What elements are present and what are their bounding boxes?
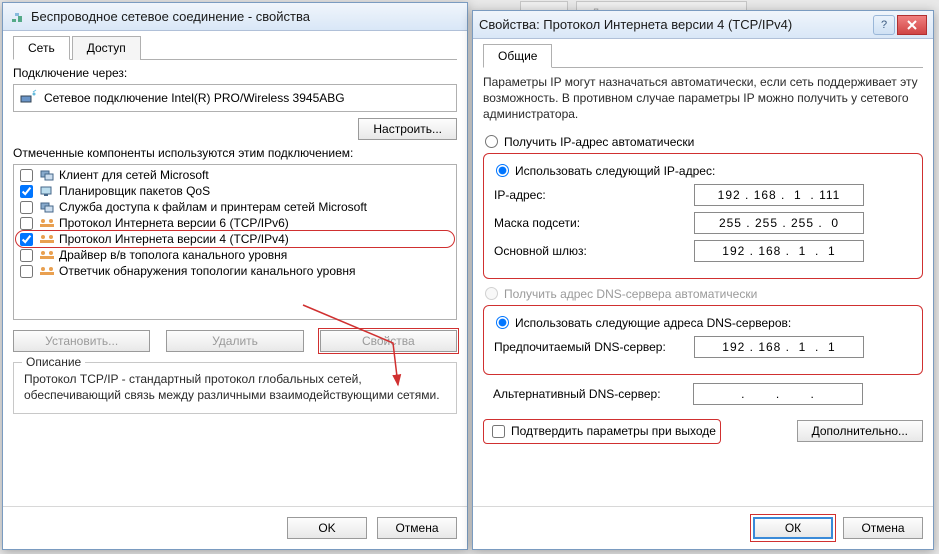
component-row[interactable]: Драйвер в/в тополога канального уровня (16, 247, 454, 263)
component-label: Ответчик обнаружения топологии канальног… (59, 264, 356, 278)
component-icon (39, 184, 55, 198)
component-label: Протокол Интернета версии 6 (TCP/IPv6) (59, 216, 289, 230)
window-buttons: ? (873, 15, 927, 35)
component-icon (39, 248, 55, 262)
ip-address-label: IP-адрес: (494, 188, 694, 202)
gateway-input[interactable] (694, 240, 864, 262)
cancel-button[interactable]: Отмена (843, 517, 923, 539)
component-row[interactable]: Служба доступа к файлам и принтерам сете… (16, 199, 454, 215)
advanced-button[interactable]: Дополнительно... (797, 420, 923, 442)
content: Общие Параметры IP могут назначаться авт… (473, 39, 933, 454)
cancel-button[interactable]: Отмена (377, 517, 457, 539)
component-checkbox[interactable] (20, 169, 33, 182)
use-dns-block: Использовать следующие адреса DNS-сервер… (483, 305, 923, 375)
connection-properties-window: Беспроводное сетевое соединение - свойст… (2, 2, 468, 550)
use-ip-radio[interactable] (496, 164, 509, 177)
component-icon (39, 232, 55, 246)
content: Сеть Доступ Подключение через: Сетевое п… (3, 31, 467, 424)
titlebar[interactable]: Свойства: Протокол Интернета версии 4 (T… (473, 11, 933, 39)
component-checkbox[interactable] (20, 233, 33, 246)
component-icon (39, 168, 55, 182)
use-dns-radio-row[interactable]: Использовать следующие адреса DNS-сервер… (494, 316, 912, 330)
remove-button[interactable]: Удалить (166, 330, 303, 352)
subnet-mask-input[interactable] (694, 212, 864, 234)
window-title: Беспроводное сетевое соединение - свойст… (31, 9, 461, 24)
dns2-input[interactable] (693, 383, 863, 405)
auto-ip-radio-row[interactable]: Получить IP-адрес автоматически (483, 135, 923, 149)
auto-dns-radio (485, 287, 498, 300)
component-label: Планировщик пакетов QoS (59, 184, 210, 198)
component-icon (39, 200, 55, 214)
install-button[interactable]: Установить... (13, 330, 150, 352)
description-text: Протокол TCP/IP - стандартный протокол г… (24, 371, 446, 403)
component-checkbox[interactable] (20, 217, 33, 230)
use-ip-label: Использовать следующий IP-адрес: (515, 164, 715, 178)
tabs: Общие (483, 43, 923, 68)
auto-ip-label: Получить IP-адрес автоматически (504, 135, 694, 149)
dns2-label: Альтернативный DNS-сервер: (493, 387, 693, 401)
use-dns-label: Использовать следующие адреса DNS-сервер… (515, 316, 791, 330)
ipv4-properties-window: Свойства: Протокол Интернета версии 4 (T… (472, 10, 934, 550)
ok-button[interactable]: ОК (753, 517, 833, 539)
component-checkbox[interactable] (20, 265, 33, 278)
tab-access[interactable]: Доступ (72, 36, 141, 60)
component-row[interactable]: Клиент для сетей Microsoft (16, 167, 454, 183)
component-label: Служба доступа к файлам и принтерам сете… (59, 200, 367, 214)
component-label: Драйвер в/в тополога канального уровня (59, 248, 287, 262)
auto-dns-label: Получить адрес DNS-сервера автоматически (504, 287, 757, 301)
component-row[interactable]: Ответчик обнаружения топологии канальног… (16, 263, 454, 279)
confirm-on-exit-checkbox[interactable] (492, 425, 505, 438)
help-button[interactable]: ? (873, 15, 895, 35)
tab-general[interactable]: Общие (483, 44, 552, 68)
tab-network[interactable]: Сеть (13, 36, 70, 60)
intro-text: Параметры IP могут назначаться автоматич… (483, 74, 923, 123)
properties-button[interactable]: Свойства (320, 330, 457, 352)
ip-address-input[interactable] (694, 184, 864, 206)
window-title: Свойства: Протокол Интернета версии 4 (T… (479, 17, 873, 32)
confirm-on-exit-label: Подтвердить параметры при выходе (511, 424, 716, 438)
dns1-label: Предпочитаемый DNS-сервер: (494, 340, 694, 354)
tabs: Сеть Доступ (13, 35, 457, 60)
titlebar[interactable]: Беспроводное сетевое соединение - свойст… (3, 3, 467, 31)
adapter-name: Сетевое подключение Intel(R) PRO/Wireles… (44, 91, 345, 105)
adapter-box: Сетевое подключение Intel(R) PRO/Wireles… (13, 84, 457, 112)
component-checkbox[interactable] (20, 249, 33, 262)
component-icon (39, 264, 55, 278)
component-label: Протокол Интернета версии 4 (TCP/IPv4) (59, 232, 289, 246)
gateway-label: Основной шлюз: (494, 244, 694, 258)
close-button[interactable] (897, 15, 927, 35)
use-ip-radio-row[interactable]: Использовать следующий IP-адрес: (494, 164, 912, 178)
configure-button[interactable]: Настроить... (358, 118, 457, 140)
component-icon (39, 216, 55, 230)
auto-ip-radio[interactable] (485, 135, 498, 148)
component-row[interactable]: Протокол Интернета версии 4 (TCP/IPv4) (16, 231, 454, 247)
dns1-input[interactable] (694, 336, 864, 358)
component-checkbox[interactable] (20, 201, 33, 214)
description-title: Описание (22, 355, 85, 369)
component-label: Клиент для сетей Microsoft (59, 168, 209, 182)
ok-button[interactable]: OK (287, 517, 367, 539)
auto-dns-radio-row: Получить адрес DNS-сервера автоматически (483, 287, 923, 301)
component-row[interactable]: Протокол Интернета версии 6 (TCP/IPv6) (16, 215, 454, 231)
network-icon (9, 9, 25, 25)
use-dns-radio[interactable] (496, 316, 509, 329)
description-group: Описание Протокол TCP/IP - стандартный п… (13, 362, 457, 414)
use-ip-block: Использовать следующий IP-адрес: IP-адре… (483, 153, 923, 279)
adapter-icon (20, 89, 38, 107)
components-list[interactable]: Клиент для сетей Microsoft Планировщик па… (13, 164, 457, 320)
component-checkbox[interactable] (20, 185, 33, 198)
subnet-mask-label: Маска подсети: (494, 216, 694, 230)
components-label: Отмеченные компоненты используются этим … (13, 146, 457, 160)
connect-via-label: Подключение через: (13, 66, 457, 80)
component-row[interactable]: Планировщик пакетов QoS (16, 183, 454, 199)
